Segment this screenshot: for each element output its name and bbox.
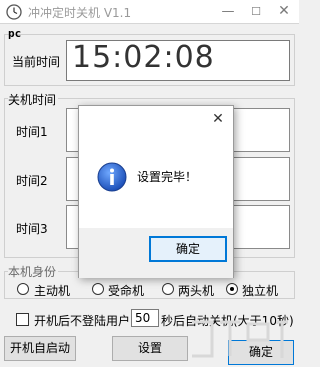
no-login-checkbox[interactable] bbox=[16, 313, 29, 326]
radio-master-label[interactable]: 主动机 bbox=[34, 282, 70, 299]
clock-icon bbox=[6, 4, 22, 20]
time3-label: 时间3 bbox=[16, 222, 48, 236]
seconds-input[interactable]: 50 bbox=[131, 309, 159, 327]
info-icon bbox=[97, 162, 127, 192]
maximize-button[interactable]: ☐ bbox=[241, 0, 271, 24]
radio-both-label[interactable]: 两头机 bbox=[178, 282, 214, 299]
current-time-label: 当前时间 bbox=[12, 55, 61, 69]
window-title: 冲冲定时关机 V1.1 bbox=[28, 6, 132, 20]
minimize-button[interactable]: — bbox=[213, 0, 243, 24]
dialog-close-button[interactable]: ✕ bbox=[207, 109, 229, 129]
autostart-button[interactable]: 开机自启动 bbox=[4, 336, 76, 361]
dialog-ok-button[interactable]: 确定 bbox=[149, 236, 227, 262]
radio-standalone[interactable] bbox=[226, 283, 238, 295]
radio-both[interactable] bbox=[162, 283, 174, 295]
pc-group-label: pc bbox=[8, 27, 22, 40]
radio-master[interactable] bbox=[17, 283, 29, 295]
radio-standalone-label[interactable]: 独立机 bbox=[242, 282, 278, 299]
shutdown-group-label: 关机时间 bbox=[8, 91, 59, 108]
identity-group-label: 本机身份 bbox=[8, 263, 59, 280]
dialog-message: 设置完毕！ bbox=[137, 170, 198, 184]
radio-slave[interactable] bbox=[92, 283, 104, 295]
message-dialog: ✕ 设置完毕！ 确定 bbox=[78, 105, 234, 278]
time1-label: 时间1 bbox=[16, 125, 48, 139]
no-login-label[interactable]: 开机后不登陆用户 bbox=[34, 312, 130, 329]
close-button[interactable]: ✕ bbox=[269, 0, 299, 24]
clock-value: 15:02:08 bbox=[72, 40, 215, 75]
radio-slave-label[interactable]: 受命机 bbox=[108, 282, 144, 299]
settings-button[interactable]: 设置 bbox=[112, 336, 188, 361]
time2-label: 时间2 bbox=[16, 174, 48, 188]
watermark-logo bbox=[192, 320, 288, 358]
